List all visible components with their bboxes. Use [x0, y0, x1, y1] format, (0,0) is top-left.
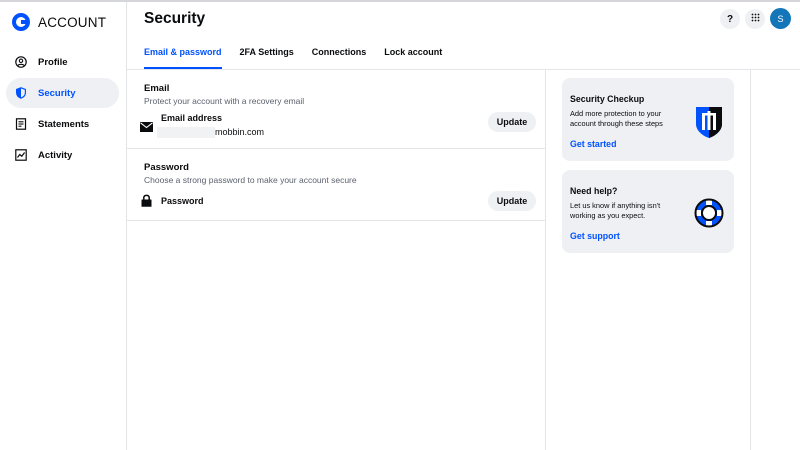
- sidebar-item-label: Statements: [38, 118, 90, 130]
- password-section: Password Choose a strong password to mak…: [127, 149, 545, 221]
- sidebar-item-security[interactable]: Security: [6, 78, 119, 108]
- card-title: Security Checkup: [570, 94, 645, 104]
- email-section: Email Protect your account with a recove…: [127, 70, 545, 149]
- card-title: Need help?: [570, 186, 618, 196]
- security-checkup-card: Security Checkup Add more protection to …: [562, 78, 734, 161]
- avatar[interactable]: S: [770, 8, 791, 29]
- email-address-label: Email address: [161, 113, 223, 123]
- sidebar-item-profile[interactable]: Profile: [6, 47, 119, 77]
- shield-icon: [15, 87, 27, 99]
- tab-connections[interactable]: Connections: [312, 47, 367, 69]
- tab-email-password[interactable]: Email & password: [144, 47, 222, 69]
- card-text: Let us know if anything isn't working as…: [570, 201, 661, 220]
- sidebar-item-label: Security: [38, 87, 76, 99]
- redacted-email: [157, 127, 215, 138]
- envelope-icon: [140, 120, 153, 133]
- coin-logo-icon: [12, 13, 30, 31]
- user-circle-icon: [15, 56, 27, 68]
- grid-icon: [751, 13, 760, 25]
- column-divider: [750, 70, 751, 450]
- get-support-link[interactable]: Get support: [570, 231, 620, 241]
- shield-badge-icon: [694, 105, 724, 144]
- avatar-initial: S: [777, 13, 784, 24]
- lifebuoy-icon: [694, 198, 724, 233]
- tab-bar: Email & password 2FA Settings Connection…: [144, 47, 460, 69]
- help-button[interactable]: ?: [720, 9, 740, 29]
- tab-2fa-settings[interactable]: 2FA Settings: [240, 47, 294, 69]
- section-subtitle: Protect your account with a recovery ema…: [144, 96, 305, 106]
- sidebar-item-label: Activity: [38, 149, 73, 161]
- apps-button[interactable]: [745, 9, 765, 29]
- section-title: Email: [144, 83, 170, 94]
- sidebar-item-statements[interactable]: Statements: [6, 109, 119, 139]
- get-started-link[interactable]: Get started: [570, 139, 616, 149]
- card-text: Add more protection to your account thro…: [570, 109, 663, 128]
- tab-lock-account[interactable]: Lock account: [384, 47, 442, 69]
- lock-icon: [140, 194, 153, 207]
- update-email-button[interactable]: Update: [488, 112, 536, 132]
- email-address-value: mobbin.com: [215, 127, 265, 137]
- need-help-card: Need help? Let us know if anything isn't…: [562, 170, 734, 253]
- sidebar-nav: Profile Security Statements Activity: [6, 47, 119, 171]
- sidebar-item-activity[interactable]: Activity: [6, 140, 119, 170]
- section-subtitle: Choose a strong password to make your ac…: [144, 175, 357, 185]
- page-title: Security: [144, 10, 206, 27]
- document-icon: [15, 118, 27, 130]
- chart-line-icon: [15, 149, 27, 161]
- brand[interactable]: ACCOUNT: [12, 13, 106, 31]
- column-divider: [545, 70, 546, 450]
- brand-name: ACCOUNT: [38, 14, 107, 30]
- password-label: Password: [161, 196, 204, 206]
- sidebar-item-label: Profile: [38, 56, 68, 68]
- update-password-button[interactable]: Update: [488, 191, 536, 211]
- help-icon: ?: [726, 13, 734, 25]
- section-title: Password: [144, 162, 189, 173]
- sidebar: ACCOUNT Profile Security Statements Acti…: [0, 2, 127, 450]
